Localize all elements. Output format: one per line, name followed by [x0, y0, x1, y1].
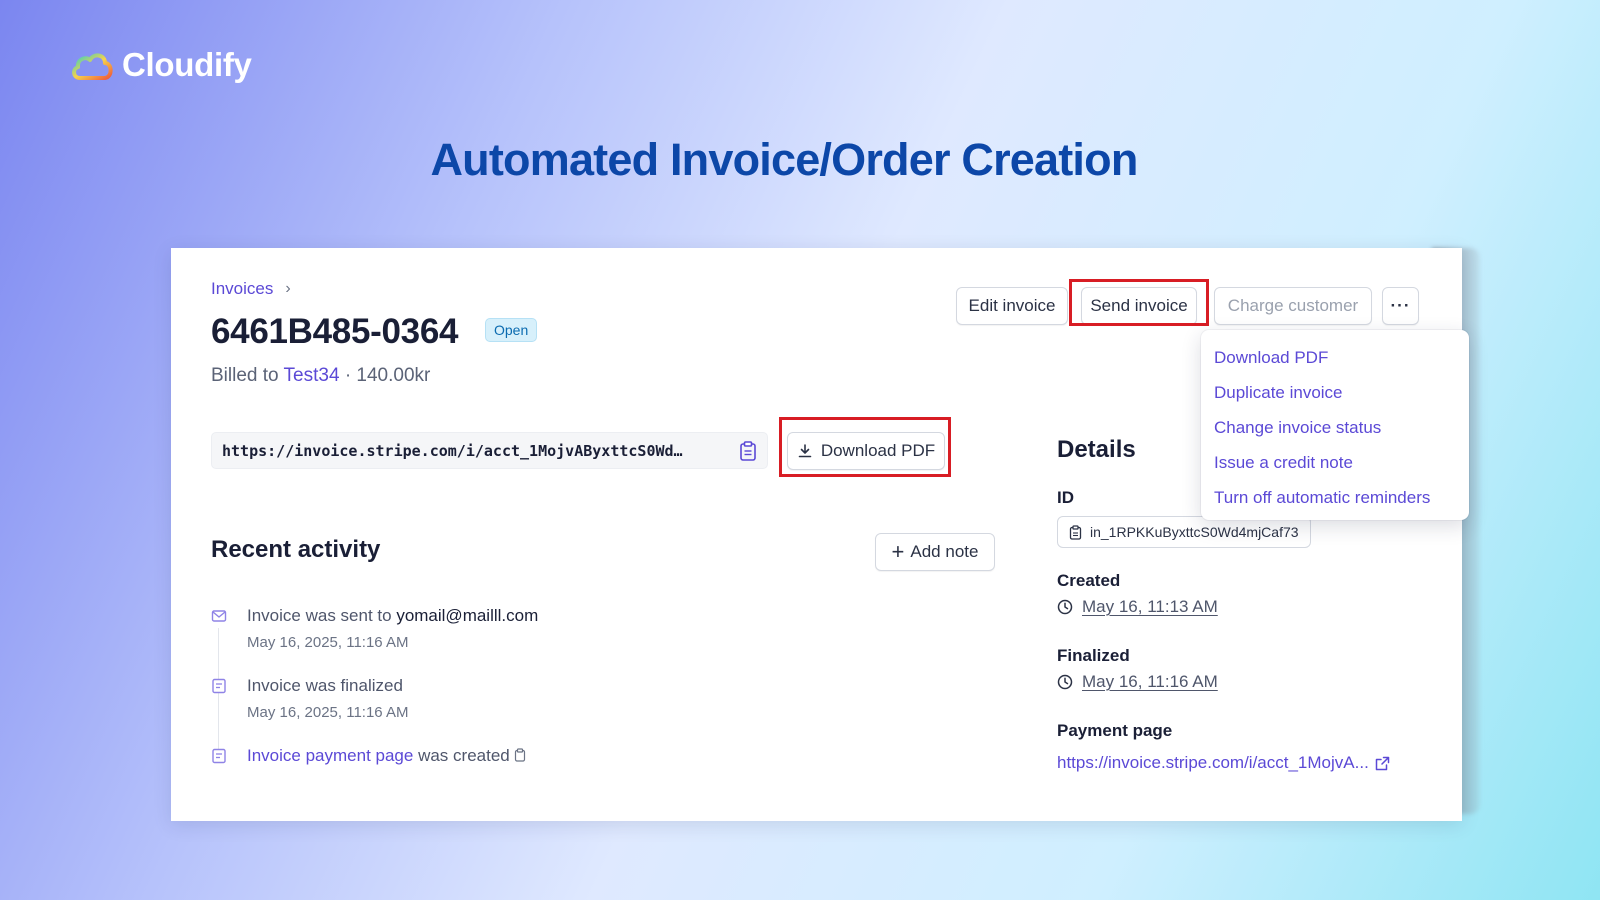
brand-name: Cloudify [122, 46, 252, 83]
document-icon [212, 748, 226, 764]
page-headline: Automated Invoice/Order Creation [430, 134, 1138, 185]
billed-to-line: Billed to Test34 · 140.00kr [211, 365, 430, 387]
menu-item-duplicate-invoice[interactable]: Duplicate invoice [1201, 375, 1469, 410]
add-note-label: Add note [910, 542, 979, 561]
cloud-logo-icon [72, 53, 113, 80]
invoice-amount: · 140.00kr [344, 365, 431, 386]
payment-page-label: Payment page [1057, 721, 1173, 740]
activity-email: yomail@mailll.com [396, 606, 539, 625]
status-badge: Open [485, 318, 538, 342]
activity-text: Invoice was finalized [247, 676, 403, 695]
invoice-url-field[interactable]: https://invoice.stripe.com/i/acct_1MojvA… [211, 432, 768, 469]
highlight-download-pdf [779, 417, 951, 477]
created-label: Created [1057, 571, 1121, 590]
activity-time: May 16, 2025, 11:16 AM [247, 634, 409, 651]
plus-icon: + [891, 539, 905, 564]
menu-item-download-pdf[interactable]: Download PDF [1201, 340, 1469, 375]
clock-icon [1057, 599, 1073, 615]
invoice-id-field[interactable]: in_1RPKKuByxttcS0Wd4mjCaf73 [1057, 516, 1311, 548]
menu-item-reminders[interactable]: Turn off automatic reminders [1201, 480, 1469, 515]
add-note-button[interactable]: + Add note [875, 533, 995, 571]
created-value[interactable]: May 16, 11:13 AM [1082, 597, 1218, 617]
payment-page-url-link[interactable]: https://invoice.stripe.com/i/acct_1MojvA… [1057, 753, 1390, 773]
charge-customer-button[interactable]: Charge customer [1214, 287, 1372, 325]
activity-text: Invoice payment page was created [247, 746, 526, 766]
invoice-number: 6461B485-0364 [211, 312, 459, 351]
activity-text: Invoice was sent to yomail@mailll.com [247, 606, 538, 626]
breadcrumb-invoices-link[interactable]: Invoices [211, 279, 273, 299]
finalized-value[interactable]: May 16, 11:16 AM [1082, 672, 1218, 692]
created-date: May 16, 11:13 AM [1057, 597, 1218, 617]
invoice-url-text: https://invoice.stripe.com/i/acct_1MojvA… [222, 441, 683, 460]
customer-link[interactable]: Test34 [284, 365, 340, 386]
more-actions-button[interactable]: ··· [1382, 287, 1419, 325]
document-icon [212, 678, 226, 694]
clipboard-icon[interactable] [739, 440, 757, 461]
finalized-date: May 16, 11:16 AM [1057, 672, 1218, 692]
finalized-label: Finalized [1057, 646, 1130, 665]
edit-invoice-button[interactable]: Edit invoice [956, 287, 1068, 325]
invoice-id-value: in_1RPKKuByxttcS0Wd4mjCaf73 [1090, 524, 1299, 540]
menu-item-credit-note[interactable]: Issue a credit note [1201, 445, 1469, 480]
billed-prefix: Billed to [211, 365, 279, 386]
mail-icon [211, 610, 227, 622]
external-link-icon [1375, 756, 1390, 770]
clipboard-icon[interactable] [514, 748, 526, 762]
cloudify-logo: Cloudify [70, 46, 252, 84]
menu-item-change-status[interactable]: Change invoice status [1201, 410, 1469, 445]
breadcrumb: Invoices › [211, 279, 291, 299]
recent-activity-title: Recent activity [211, 536, 381, 563]
activity-prefix: Invoice was sent to [247, 606, 392, 625]
activity-suffix: was created [418, 746, 510, 765]
chevron-right-icon: › [285, 280, 291, 297]
clipboard-icon [1069, 524, 1082, 540]
id-label: ID [1057, 488, 1074, 507]
payment-page-link[interactable]: Invoice payment page [247, 746, 413, 765]
activity-time: May 16, 2025, 11:16 AM [247, 704, 409, 721]
payment-page-url: https://invoice.stripe.com/i/acct_1MojvA… [1057, 753, 1369, 772]
more-actions-menu: Download PDF Duplicate invoice Change in… [1201, 330, 1469, 520]
clock-icon [1057, 674, 1073, 690]
details-title: Details [1057, 436, 1136, 463]
highlight-send-invoice [1069, 279, 1209, 326]
invoice-card: Invoices › 6461B485-0364 Open Billed to … [171, 248, 1469, 821]
